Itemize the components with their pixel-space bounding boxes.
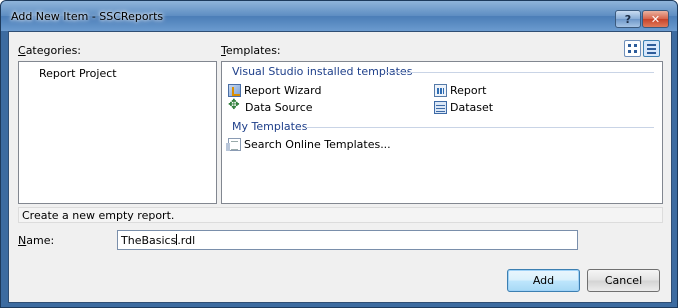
- template-item-dataset[interactable]: Dataset: [434, 99, 493, 115]
- data-source-icon: [228, 97, 242, 114]
- search-online-icon: [226, 137, 241, 151]
- template-label: Dataset: [450, 100, 494, 114]
- template-item-report[interactable]: Report: [434, 82, 486, 98]
- categories-label-mnemonic: C: [18, 44, 26, 57]
- templates-label-text: emplates:: [225, 44, 281, 57]
- dialog-body: Categories: Templates: Report Project Vi…: [8, 31, 672, 303]
- categories-tree[interactable]: Report Project: [18, 61, 217, 204]
- name-input[interactable]: TheBasics.rdl: [117, 230, 578, 250]
- name-value-start: TheBasics: [121, 234, 177, 247]
- template-label: Data Source: [245, 100, 313, 114]
- template-description: Create a new empty report.: [18, 207, 663, 223]
- group-divider: [386, 72, 654, 73]
- dataset-icon: [434, 100, 447, 114]
- group-divider: [306, 127, 654, 128]
- templates-label: Templates:: [221, 44, 281, 57]
- report-icon: [434, 83, 447, 97]
- template-label: Report: [450, 83, 487, 97]
- small-icons-view-button[interactable]: [643, 40, 660, 57]
- template-item-search-online[interactable]: Search Online Templates...: [226, 136, 391, 152]
- name-label-text: ame:: [26, 234, 55, 247]
- name-value-end: .rdl: [177, 234, 196, 247]
- cancel-button[interactable]: Cancel: [587, 269, 660, 292]
- title-bar[interactable]: Add New Item - SSCReports ? ✕: [1, 1, 677, 31]
- group-heading-my-templates: My Templates: [232, 120, 308, 133]
- categories-label: Categories:: [18, 44, 81, 57]
- report-wizard-icon: [228, 83, 241, 97]
- categories-label-text: ategories:: [25, 44, 82, 57]
- grid-icon: [628, 44, 631, 47]
- large-icons-view-button[interactable]: [624, 40, 641, 57]
- dialog-window: Add New Item - SSCReports ? ✕ Categories…: [0, 0, 678, 308]
- close-button[interactable]: ✕: [642, 10, 669, 28]
- help-button[interactable]: ?: [615, 10, 641, 28]
- template-label: Report Wizard: [244, 83, 322, 97]
- template-item-data-source[interactable]: Data Source: [228, 97, 313, 115]
- template-label: Search Online Templates...: [244, 137, 391, 151]
- template-item-report-wizard[interactable]: Report Wizard: [228, 82, 321, 98]
- name-label: Name:: [18, 234, 54, 247]
- name-label-mnemonic: N: [18, 234, 27, 247]
- window-title: Add New Item - SSCReports: [11, 10, 164, 23]
- templates-list[interactable]: Visual Studio installed templates Report…: [221, 61, 663, 204]
- add-button[interactable]: Add: [507, 269, 580, 292]
- list-icon: [647, 44, 656, 46]
- category-item-report-project[interactable]: Report Project: [23, 65, 123, 82]
